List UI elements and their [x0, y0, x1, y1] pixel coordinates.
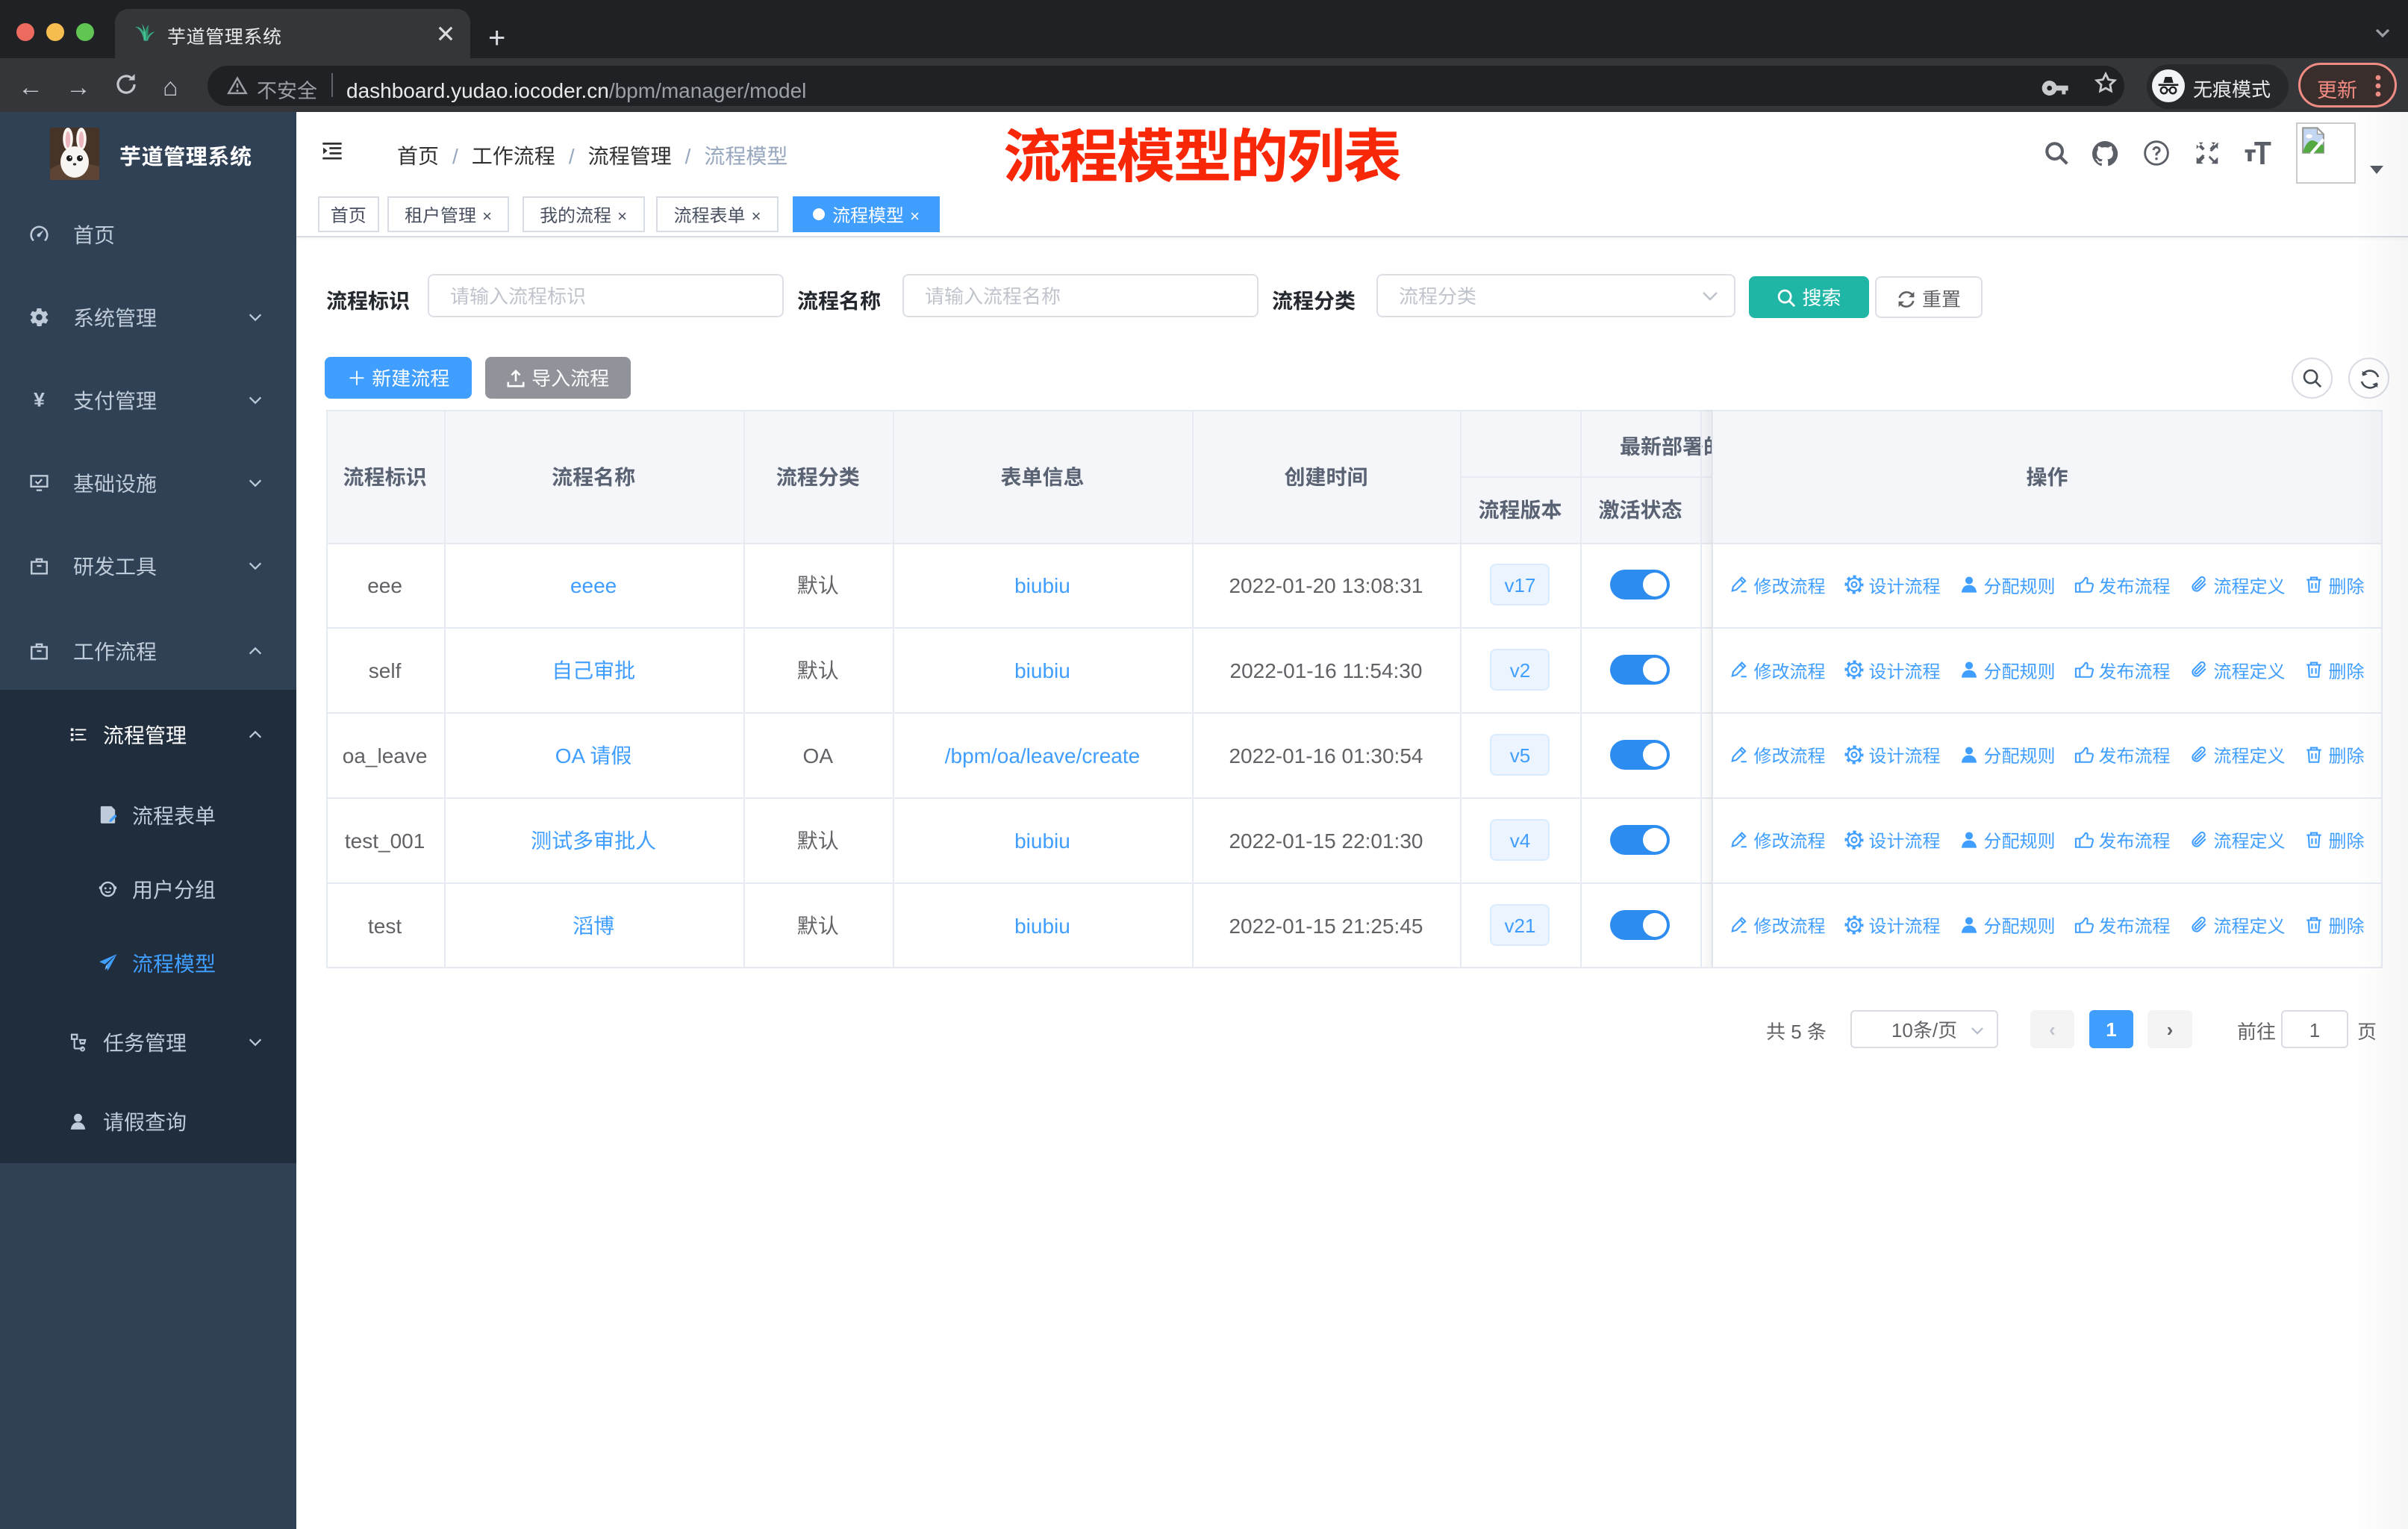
- svg-text:¥: ¥: [34, 390, 45, 411]
